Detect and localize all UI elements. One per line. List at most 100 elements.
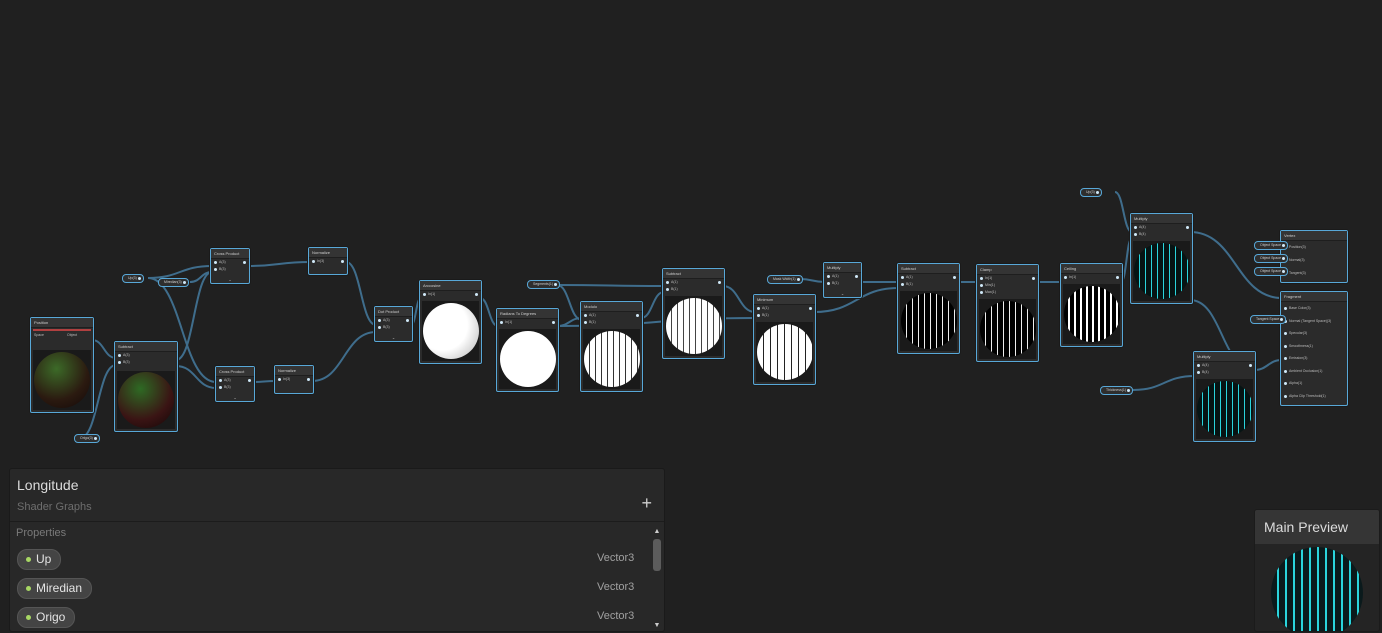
edge[interactable] (247, 261, 311, 267)
fragment-master-node[interactable]: Fragment Base Color(3) Normal (Tangent S… (1280, 291, 1348, 406)
port-min: Min(1) (985, 283, 995, 287)
dot-product-node[interactable]: Dot Product A(3) B(3) ⌄ (374, 306, 413, 342)
chevron-down-icon[interactable]: ⌄ (841, 291, 844, 296)
space-dropdown[interactable]: Object (67, 332, 77, 339)
modulo-node[interactable]: Modulo A(1) B(1) (580, 301, 643, 392)
clamp-node[interactable]: Clamp In(1) Min(1) Max(1) (976, 264, 1039, 362)
property-name: Origo (36, 610, 66, 624)
node-title: Multiply (824, 263, 861, 273)
edge[interactable] (175, 365, 217, 389)
edge[interactable] (251, 380, 277, 383)
subtract-node-2[interactable]: Subtract A(1) B(1) (662, 268, 725, 359)
fragment-normal-port: Normal (Tangent Space)(3) (1289, 318, 1332, 323)
edge[interactable] (556, 284, 665, 287)
node-title: Normalize (309, 248, 347, 258)
property-node-up[interactable]: Up(3) (122, 274, 144, 283)
blackboard-panel[interactable]: Longitude Shader Graphs + Properties Up … (9, 468, 665, 632)
subtract-3-preview (900, 291, 957, 351)
vertex-master-node[interactable]: Vertex Position(3) Normal(3) Tangent(3) (1280, 230, 1348, 283)
port-b: B(3) (383, 325, 390, 329)
port-b: B(1) (671, 287, 678, 291)
node-title: Vertex (1281, 231, 1347, 241)
radians-preview (499, 329, 556, 389)
port-b: B(4) (1202, 370, 1209, 374)
position-output-bar (33, 329, 91, 331)
node-title: Multiply (1131, 214, 1192, 224)
modulo-preview (583, 329, 640, 389)
node-title: Cross Product (211, 249, 249, 259)
property-node-up-2[interactable]: Up(3) (1080, 188, 1102, 197)
vertex-space-1: Object Space (1254, 241, 1289, 250)
preview-sphere (1271, 547, 1363, 631)
blackboard-title: Longitude (17, 477, 79, 493)
edge[interactable] (1132, 375, 1196, 391)
edge[interactable] (1253, 359, 1283, 371)
port-a: A(1) (832, 274, 839, 278)
port-b: B(1) (589, 320, 596, 324)
vertex-normal-port: Normal(3) (1289, 258, 1305, 262)
edge[interactable] (311, 331, 377, 382)
subtract-node-1[interactable]: Subtract A(3) B(3) (114, 341, 178, 432)
edge[interactable] (640, 291, 665, 319)
property-type: Vector3 (597, 552, 635, 564)
node-title: Radians To Degrees (497, 309, 558, 319)
scroll-down-arrow-icon[interactable]: ▼ (653, 622, 661, 629)
edge[interactable] (556, 317, 583, 327)
port-in: In(1) (505, 320, 513, 324)
position-node[interactable]: Position Space Object (30, 317, 94, 413)
arccosine-node[interactable]: Arccosine In(1) (419, 280, 482, 364)
vertex-position-port: Position(3) (1289, 245, 1306, 249)
chevron-down-icon[interactable]: ⌄ (228, 277, 231, 282)
multiply-node-1[interactable]: Multiply A(1) B(1) ⌄ (823, 262, 862, 298)
blackboard-subtitle: Shader Graphs (17, 501, 92, 513)
edge[interactable] (799, 278, 826, 283)
subtract-preview (117, 371, 175, 429)
node-title: Arccosine (420, 281, 481, 291)
property-type-dot (26, 615, 31, 620)
port-b: B(4) (1139, 232, 1146, 236)
port-a: A(3) (219, 260, 226, 264)
edge[interactable] (345, 261, 377, 326)
property-node-origo[interactable]: Origo(3) (74, 434, 100, 443)
property-pill[interactable]: Miredian (17, 578, 93, 599)
properties-section-header[interactable]: Properties (16, 527, 66, 539)
chevron-down-icon[interactable]: ⌄ (392, 335, 395, 340)
space-label: Space (34, 333, 44, 337)
cross-product-node-1[interactable]: Cross Product A(3) B(3) ⌄ (210, 248, 250, 284)
port-b: B(3) (224, 385, 231, 389)
subtract-node-3[interactable]: Subtract A(1) B(1) (897, 263, 960, 354)
vertex-space-3: Object Space (1254, 267, 1289, 276)
multiply-node-3[interactable]: Multiply A(4) B(4) (1193, 351, 1256, 442)
minimum-node[interactable]: Minimum A(1) B(1) (753, 294, 816, 385)
property-node-segments[interactable]: Segments(1) (527, 280, 561, 289)
property-node-mask-width[interactable]: Mask Width(1) (767, 275, 803, 284)
vertex-tangent-port: Tangent(3) (1289, 271, 1306, 275)
edge[interactable] (722, 285, 756, 313)
minimum-preview (756, 322, 813, 382)
divider (10, 521, 664, 522)
edge[interactable] (91, 339, 117, 359)
chevron-down-icon[interactable]: ⌄ (233, 395, 236, 400)
property-type-dot (26, 586, 31, 591)
edge[interactable] (556, 284, 583, 321)
position-preview (33, 350, 91, 410)
cross-product-node-2[interactable]: Cross Product A(3) B(3) ⌄ (215, 366, 255, 402)
property-type: Vector3 (597, 610, 635, 622)
property-node-miredian[interactable]: Miredian(3) (158, 278, 189, 287)
scroll-thumb[interactable] (653, 539, 661, 571)
radians-to-degrees-node[interactable]: Radians To Degrees In(1) (496, 308, 559, 392)
property-pill[interactable]: Up (17, 549, 62, 570)
add-property-button[interactable]: + (641, 493, 652, 514)
port-b: B(3) (219, 267, 226, 271)
ceiling-node[interactable]: Ceiling In(1) (1060, 263, 1123, 347)
properties-scrollbar[interactable]: ▲ ▼ (653, 528, 661, 629)
property-pill[interactable]: Origo (17, 607, 76, 628)
scroll-up-arrow-icon[interactable]: ▲ (653, 528, 661, 535)
normalize-node-2[interactable]: Normalize In(3) (274, 365, 314, 394)
main-preview-viewport[interactable] (1255, 544, 1379, 631)
property-node-thickness[interactable]: Thickness(1) (1100, 386, 1134, 395)
main-preview-panel[interactable]: Main Preview (1254, 509, 1380, 632)
normalize-node-1[interactable]: Normalize In(3) (308, 247, 348, 275)
multiply-node-2[interactable]: Multiply A(4) B(4) (1130, 213, 1193, 304)
port-a: A(1) (762, 306, 769, 310)
